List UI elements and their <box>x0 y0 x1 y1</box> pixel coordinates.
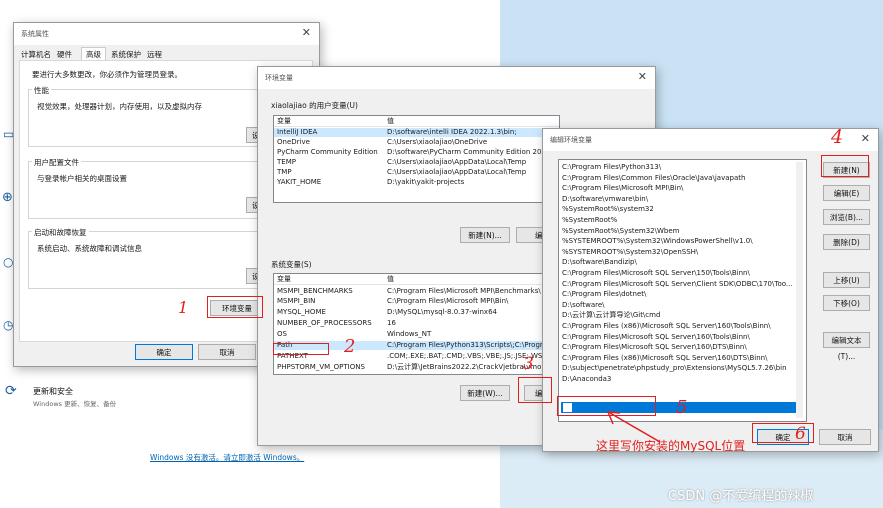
table-row[interactable]: PHPSTORM_VM_OPTIONS D:\云计算\JetBrains2022.… <box>274 363 559 372</box>
titlebar: 编辑环境变量 ✕ <box>543 129 878 151</box>
table-header: 变量 值 <box>274 116 559 127</box>
list-item[interactable]: C:\Program Files\Microsoft SQL Server\16… <box>559 342 806 353</box>
highlight-env-button <box>207 296 263 318</box>
cancel-button[interactable]: 取消 <box>819 429 871 445</box>
list-scrollbar[interactable] <box>796 162 803 418</box>
table-row[interactable]: MYSQL_HOME D:\MySQL\mysql-8.0.37-winx64 <box>274 308 559 317</box>
col-variable: 变量 <box>277 117 291 125</box>
user-vars-table: 变量 值 IntelliJ IDEA D:\software\intelli ID… <box>273 115 560 203</box>
window-title: 编辑环境变量 <box>550 136 592 144</box>
startup-title: 启动和故障恢复 <box>32 227 89 238</box>
system-new-button[interactable]: 新建(W)... <box>460 385 510 401</box>
annotation-1: 1 <box>178 298 189 317</box>
titlebar: 系统属性 ✕ <box>14 23 319 45</box>
performance-title: 性能 <box>32 85 51 96</box>
close-icon[interactable]: ✕ <box>638 70 647 83</box>
ok-button[interactable]: 确定 <box>135 344 193 360</box>
edit-text-button[interactable]: 编辑文本(T)... <box>823 332 870 361</box>
list-item[interactable]: %SystemRoot%\System32\Wbem <box>559 226 806 237</box>
col-variable: 变量 <box>277 275 291 283</box>
list-item[interactable]: D:\software\ <box>559 300 806 311</box>
list-item[interactable]: D:\Anaconda3 <box>559 374 806 385</box>
list-item[interactable]: %SYSTEMROOT%\System32\WindowsPowerShell\… <box>559 236 806 247</box>
list-item[interactable]: C:\Program Files\Microsoft SQL Server\Cl… <box>559 279 806 290</box>
titlebar: 环境变量 ✕ <box>258 67 655 89</box>
close-icon[interactable]: ✕ <box>302 26 311 39</box>
list-item[interactable]: C:\Program Files\Microsoft MPI\Bin\ <box>559 183 806 194</box>
update-title[interactable]: 更新和安全 <box>33 386 73 397</box>
table-row[interactable]: MSMPI_BENCHMARKS C:\Program Files\Microso… <box>274 287 559 296</box>
annotation-hint: 这里写你安装的MySQL位置 <box>596 439 746 453</box>
annotation-6: 6 <box>795 424 806 444</box>
table-row[interactable]: YAKIT_HOME D:\yakit\yakit-projects <box>274 178 559 187</box>
window-title: 系统属性 <box>21 30 49 38</box>
edit-button[interactable]: 编辑(E) <box>823 185 870 201</box>
tab-system-protection[interactable]: 系统保护 <box>111 49 141 60</box>
delete-button[interactable]: 删除(D) <box>823 234 870 250</box>
list-item[interactable]: C:\Program Files\Microsoft SQL Server\16… <box>559 332 806 343</box>
tab-strip: 计算机名 硬件 高级 系统保护 远程 <box>19 47 309 61</box>
list-item[interactable]: C:\Program Files (x86)\Microsoft SQL Ser… <box>559 321 806 332</box>
left-strip <box>0 0 14 508</box>
col-value: 值 <box>387 117 394 125</box>
list-item[interactable]: %SystemRoot% <box>559 215 806 226</box>
sync-icon: ⟳ <box>5 383 17 399</box>
list-item[interactable]: D:\云计算\云计算导论\Git\cmd <box>559 310 806 321</box>
system-vars-label: 系统变量(S) <box>271 260 312 269</box>
list-item[interactable]: C:\Program Files\Common Files\Oracle\Jav… <box>559 173 806 184</box>
annotation-2: 2 <box>344 336 356 357</box>
tab-remote[interactable]: 远程 <box>147 49 162 60</box>
annotation-3: 3 <box>523 354 534 374</box>
table-row[interactable]: OneDrive C:\Users\xiaolajiao\OneDrive <box>274 138 559 147</box>
watermark: CSDN @不爱编程的辣椒 <box>668 489 814 504</box>
annotation-4: 4 <box>831 126 844 148</box>
table-row[interactable]: IntelliJ IDEA D:\software\intelli IDEA 20… <box>274 128 559 137</box>
highlight-edit-button <box>518 377 552 403</box>
table-row[interactable]: MSMPI_BIN C:\Program Files\Microsoft MPI\… <box>274 297 559 306</box>
window-title: 环境变量 <box>265 74 293 82</box>
tab-advanced[interactable]: 高级 <box>81 47 106 61</box>
path-list: C:\Program Files\Python313\ C:\Program F… <box>558 159 807 422</box>
col-value: 值 <box>387 275 394 283</box>
browse-button[interactable]: 浏览(B)... <box>823 209 870 225</box>
user-vars-label: xiaolajiao 的用户变量(U) <box>271 101 358 110</box>
tab-computer-name[interactable]: 计算机名 <box>21 49 51 60</box>
activate-link[interactable]: Windows 没有激活。请立即激活 Windows。 <box>150 452 304 463</box>
list-item[interactable]: D:\software\Bandizip\ <box>559 257 806 268</box>
cancel-button[interactable]: 取消 <box>198 344 256 360</box>
highlight-new-button <box>821 155 869 177</box>
annotation-5: 5 <box>676 397 688 418</box>
table-row[interactable]: OS Windows_NT <box>274 330 559 339</box>
admin-note: 要进行大多数更改，你必须作为管理员登录。 <box>32 70 182 79</box>
profile-desc: 与登录帐户相关的桌面设置 <box>37 174 127 183</box>
performance-desc: 视觉效果，处理器计划，内存使用，以及虚拟内存 <box>37 102 202 111</box>
close-icon[interactable]: ✕ <box>861 132 870 145</box>
table-row[interactable]: TEMP C:\Users\xiaolajiao\AppData\Local\Te… <box>274 158 559 167</box>
list-item[interactable]: %SYSTEMROOT%\System32\OpenSSH\ <box>559 247 806 258</box>
update-desc: Windows 更新、恢复、备份 <box>33 400 117 408</box>
move-up-button[interactable]: 上移(U) <box>823 272 870 288</box>
user-new-button[interactable]: 新建(N)... <box>460 227 510 243</box>
globe-icon: ⊕ <box>2 190 13 205</box>
list-item[interactable]: D:\subject\penetrate\phpstudy_pro\Extens… <box>559 363 806 374</box>
list-item[interactable]: C:\Program Files\Python313\ <box>559 162 806 173</box>
system-vars-table: 变量 值 MSMPI_BENCHMARKS C:\Program Files\Mi… <box>273 273 560 375</box>
list-item[interactable]: C:\Program Files (x86)\Microsoft SQL Ser… <box>559 353 806 364</box>
list-item[interactable]: C:\Program Files\Microsoft SQL Server\15… <box>559 268 806 279</box>
highlight-path-row <box>273 343 329 355</box>
list-item[interactable]: %SystemRoot%\system32 <box>559 204 806 215</box>
startup-desc: 系统启动、系统故障和调试信息 <box>37 244 142 253</box>
table-header: 变量 值 <box>274 274 559 285</box>
search-icon: ○ <box>3 255 14 269</box>
list-item[interactable]: C:\Program Files\dotnet\ <box>559 289 806 300</box>
table-row[interactable]: NUMBER_OF_PROCESSORS 16 <box>274 319 559 328</box>
profile-title: 用户配置文件 <box>32 157 81 168</box>
tab-hardware[interactable]: 硬件 <box>57 49 72 60</box>
move-down-button[interactable]: 下移(O) <box>823 295 870 311</box>
table-row[interactable]: PyCharm Community Edition D:\software\PyC… <box>274 148 559 157</box>
clock-icon: ◷ <box>3 318 14 332</box>
table-row[interactable]: TMP C:\Users\xiaolajiao\AppData\Local\Tem… <box>274 168 559 177</box>
list-item[interactable]: D:\software\vmware\bin\ <box>559 194 806 205</box>
